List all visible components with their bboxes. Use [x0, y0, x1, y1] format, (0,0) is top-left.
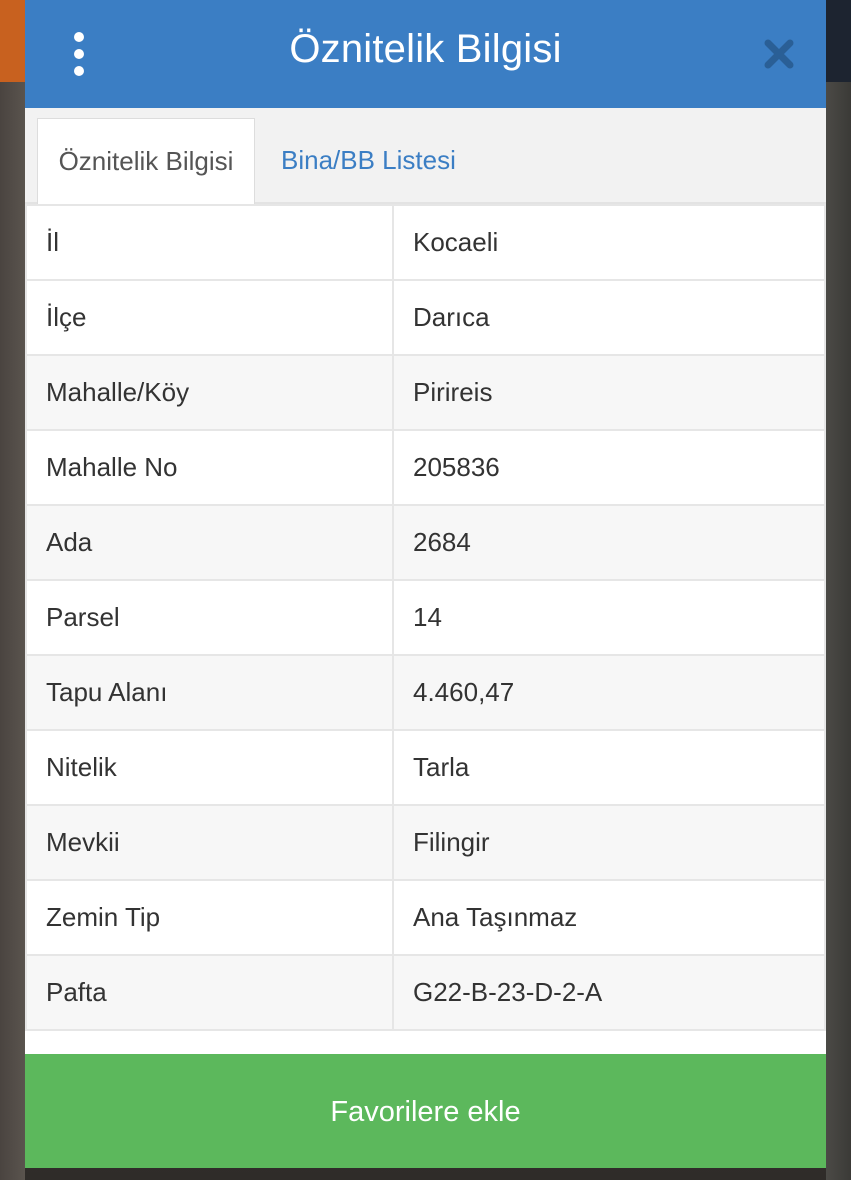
attribute-key: Pafta	[25, 954, 394, 1031]
attribute-key: Mahalle No	[25, 429, 394, 506]
table-row: Mahalle No 205836	[25, 429, 826, 506]
map-overlay-corner	[826, 0, 851, 82]
tab-attribute-info[interactable]: Öznitelik Bilgisi	[37, 118, 255, 206]
table-row: Zemin Tip Ana Taşınmaz	[25, 879, 826, 956]
attribute-value: 4.460,47	[392, 654, 826, 731]
attribute-value: 2684	[392, 504, 826, 581]
attribute-key: Tapu Alanı	[25, 654, 394, 731]
attribute-value: Pirireis	[392, 354, 826, 431]
close-icon[interactable]	[761, 36, 797, 72]
table-row: İlçe Darıca	[25, 279, 826, 356]
attribute-key: Nitelik	[25, 729, 394, 806]
attribute-key: İl	[25, 204, 394, 281]
attribute-key: Zemin Tip	[25, 879, 394, 956]
map-overlay-strip	[0, 0, 26, 82]
table-row: Mevkii Filingir	[25, 804, 826, 881]
attribute-value: Kocaeli	[392, 204, 826, 281]
attribute-value: Darıca	[392, 279, 826, 356]
table-row: Nitelik Tarla	[25, 729, 826, 806]
attribute-value: Filingir	[392, 804, 826, 881]
table-row: Ada 2684	[25, 504, 826, 581]
attribute-key: Mahalle/Köy	[25, 354, 394, 431]
table-row: Tapu Alanı 4.460,47	[25, 654, 826, 731]
add-to-favorites-button[interactable]: Favorilere ekle	[25, 1054, 826, 1168]
attribute-table: İl Kocaeli İlçe Darıca Mahalle/Köy Pirireis Ma…	[25, 204, 826, 1031]
attribute-value: Ana Taşınmaz	[392, 879, 826, 956]
table-row: Pafta G22-B-23-D-2-A	[25, 954, 826, 1031]
dialog-title: Öznitelik Bilgisi	[289, 27, 562, 71]
attribute-value: G22-B-23-D-2-A	[392, 954, 826, 1031]
attribute-key: İlçe	[25, 279, 394, 356]
tab-building-list[interactable]: Bina/BB Listesi	[261, 118, 476, 206]
attribute-key: Ada	[25, 504, 394, 581]
attribute-value: 205836	[392, 429, 826, 506]
attribute-key: Mevkii	[25, 804, 394, 881]
attribute-value: Tarla	[392, 729, 826, 806]
table-row: İl Kocaeli	[25, 204, 826, 281]
attribute-key: Parsel	[25, 579, 394, 656]
tab-bar: Öznitelik Bilgisi Bina/BB Listesi	[25, 108, 826, 206]
attribute-value: 14	[392, 579, 826, 656]
table-row: Mahalle/Köy Pirireis	[25, 354, 826, 431]
attribute-dialog: Öznitelik Bilgisi Öznitelik Bilgisi Bina…	[25, 0, 826, 1168]
dialog-header: Öznitelik Bilgisi	[25, 0, 826, 108]
table-row: Parsel 14	[25, 579, 826, 656]
